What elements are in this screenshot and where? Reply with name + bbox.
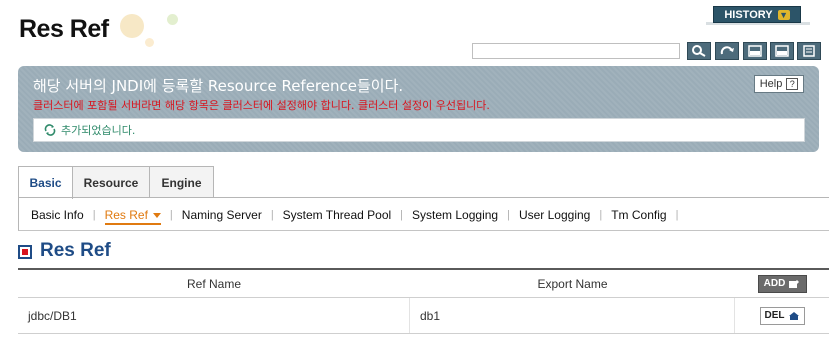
main-tabs: Basic Resource Engine xyxy=(18,166,214,199)
tab-basic[interactable]: Basic xyxy=(18,166,73,199)
xml-import-icon xyxy=(775,45,789,57)
add-button[interactable]: ADD xyxy=(757,274,807,293)
page-title: Res Ref xyxy=(19,15,109,43)
cell-actions: DEL xyxy=(735,298,829,333)
search-button[interactable] xyxy=(687,42,711,60)
column-header-ref-name: Ref Name xyxy=(186,276,242,291)
info-title: 해당 서버의 JNDI에 등록할 Resource Reference들이다. xyxy=(33,77,404,95)
subnav-separator: | xyxy=(169,209,173,221)
export-button[interactable] xyxy=(797,42,821,60)
subnav-item-system-thread-pool[interactable]: System Thread Pool xyxy=(283,208,392,222)
question-icon: ? xyxy=(786,78,799,90)
help-button[interactable]: Help ? xyxy=(754,75,804,93)
subnav-separator: | xyxy=(92,209,96,221)
section-icon xyxy=(18,245,32,259)
status-message: 추가되었습니다. xyxy=(61,124,136,137)
info-panel: 해당 서버의 JNDI에 등록할 Resource Reference들이다. … xyxy=(18,66,819,152)
section-title: Res Ref xyxy=(40,240,111,261)
subnav-item-basic-info[interactable]: Basic Info xyxy=(31,208,84,222)
chevron-down-icon: ▼ xyxy=(777,9,790,20)
history-label: HISTORY xyxy=(724,8,773,21)
cell-export-name: db1 xyxy=(410,298,735,333)
xml-export-button[interactable] xyxy=(743,42,767,60)
subnav-item-tm-config[interactable]: Tm Config xyxy=(611,208,666,222)
subnav-item-naming-server[interactable]: Naming Server xyxy=(182,208,262,222)
del-label: DEL xyxy=(764,310,785,321)
refresh-icon xyxy=(44,124,56,136)
subnav-item-user-logging[interactable]: User Logging xyxy=(519,208,590,222)
xml-import-button[interactable] xyxy=(770,42,794,60)
tab-label: Resource xyxy=(83,175,139,190)
tab-label: Basic xyxy=(29,176,62,190)
decor-circle xyxy=(120,14,144,38)
table-header: Ref Name Export Name ADD xyxy=(18,268,829,298)
delete-icon xyxy=(788,311,799,320)
column-header-actions: ADD xyxy=(735,274,829,293)
refresh-icon xyxy=(720,46,734,55)
decor-circle xyxy=(167,14,178,25)
refresh-button[interactable] xyxy=(715,42,739,60)
subnav: Basic Info | Res Ref | Naming Server | S… xyxy=(31,208,687,225)
caret-down-icon xyxy=(152,212,161,218)
search-input[interactable] xyxy=(472,43,680,59)
add-icon xyxy=(789,279,800,288)
add-label: ADD xyxy=(763,278,786,289)
subnav-separator: | xyxy=(675,209,679,221)
decor-circle xyxy=(145,38,154,47)
history-button[interactable]: HISTORY ▼ xyxy=(713,6,801,23)
subnav-separator: | xyxy=(400,209,404,221)
subnav-item-res-ref[interactable]: Res Ref xyxy=(104,208,162,225)
tab-resource[interactable]: Resource xyxy=(73,166,150,198)
tab-label: Engine xyxy=(161,175,202,190)
subnav-separator: | xyxy=(599,209,603,221)
search-icon xyxy=(692,45,706,57)
delete-button[interactable]: DEL xyxy=(759,306,805,325)
tab-engine[interactable]: Engine xyxy=(150,166,214,198)
subnav-item-system-logging[interactable]: System Logging xyxy=(412,208,498,222)
info-warning: 클러스터에 포함될 서버라면 해당 항목은 클러스터에 설정해야 합니다. 클러… xyxy=(33,99,490,112)
help-label: Help xyxy=(759,78,783,90)
cell-ref-name: jdbc/DB1 xyxy=(18,298,410,333)
status-message-box: 추가되었습니다. xyxy=(33,118,805,142)
column-header-export-name: Export Name xyxy=(537,276,608,291)
subnav-separator: | xyxy=(507,209,510,221)
subnav-label: Res Ref xyxy=(104,208,148,222)
subnav-separator: | xyxy=(270,209,274,221)
res-ref-table: Ref Name Export Name ADD jdbc/DB1 db1 DE… xyxy=(18,268,829,334)
table-row[interactable]: jdbc/DB1 db1 DEL xyxy=(18,298,829,334)
export-icon xyxy=(803,45,815,57)
xml-export-icon xyxy=(748,45,762,57)
